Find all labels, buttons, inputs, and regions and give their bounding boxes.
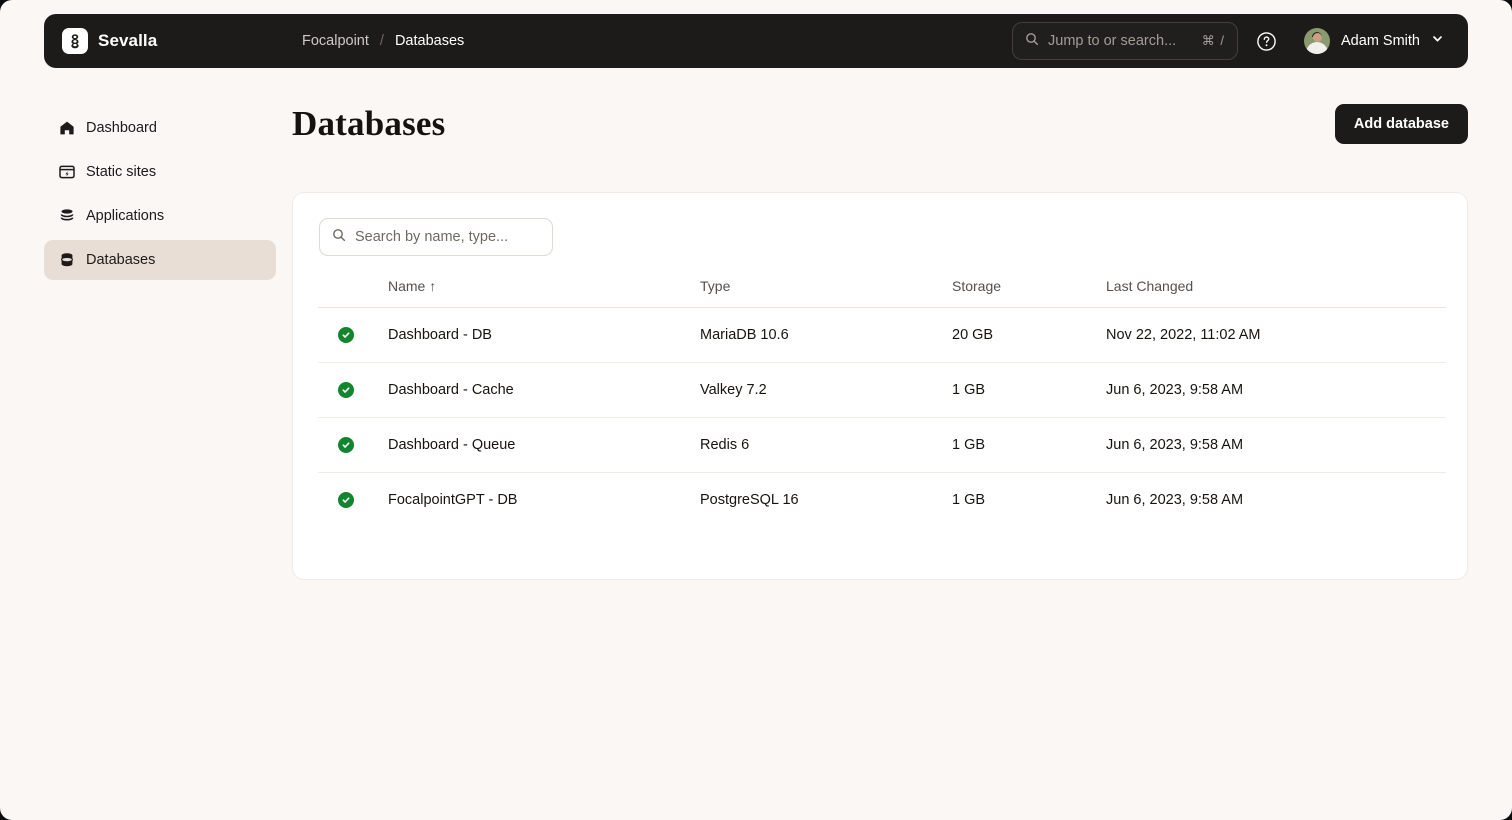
row-name: Dashboard - DB [388, 307, 700, 363]
column-type[interactable]: Type [700, 278, 952, 308]
databases-table: Name ↑ Type Storage Last Changed Dashboa… [318, 278, 1446, 528]
row-last-changed: Nov 22, 2022, 11:02 AM [1106, 307, 1446, 363]
row-name: Dashboard - Queue [388, 417, 700, 473]
column-status [318, 278, 388, 308]
sevalla-logo-icon [62, 28, 88, 54]
breadcrumb-project[interactable]: Focalpoint [302, 33, 369, 49]
sidebar: Dashboard Static sites Applications Data… [44, 108, 276, 284]
status-healthy-icon [338, 492, 354, 509]
brand-name: Sevalla [98, 31, 158, 50]
app-window: Sevalla Focalpoint / Databases Jump to o… [0, 0, 1512, 820]
user-menu[interactable]: Adam Smith [1304, 28, 1444, 54]
global-search-input[interactable]: Jump to or search... ⌘ / [1012, 22, 1239, 60]
row-storage: 20 GB [952, 307, 1106, 363]
table-row[interactable]: Dashboard - DB MariaDB 10.6 20 GB Nov 22… [318, 307, 1446, 363]
table-header-row: Name ↑ Type Storage Last Changed [318, 278, 1446, 308]
row-status-cell [318, 307, 388, 363]
sidebar-item-static-sites[interactable]: Static sites [44, 152, 276, 192]
table-search-input[interactable]: Search by name, type... [319, 218, 553, 256]
table-search-placeholder: Search by name, type... [355, 229, 509, 245]
sidebar-item-dashboard[interactable]: Dashboard [44, 108, 276, 148]
search-shortcut-hint: ⌘ / [1201, 33, 1226, 48]
add-database-button[interactable]: Add database [1334, 104, 1468, 144]
sidebar-item-label: Dashboard [86, 120, 157, 136]
table-row[interactable]: Dashboard - Queue Redis 6 1 GB Jun 6, 20… [318, 417, 1446, 473]
row-storage: 1 GB [952, 492, 986, 509]
applications-icon [58, 208, 75, 225]
table-head: Name ↑ Type Storage Last Changed [318, 278, 1446, 308]
brand-logo[interactable]: Sevalla [62, 28, 302, 54]
page-header: Databases Add database [292, 104, 1468, 144]
column-last-changed[interactable]: Last Changed [1106, 278, 1446, 308]
status-healthy-icon [338, 327, 354, 343]
static-sites-icon [58, 164, 75, 181]
table-row[interactable]: Dashboard - Cache Valkey 7.2 1 GB Jun 6,… [318, 362, 1446, 418]
column-storage[interactable]: Storage [952, 278, 1106, 308]
table-body: Dashboard - DB MariaDB 10.6 20 GB Nov 22… [318, 307, 1446, 528]
row-storage: 1 GB [952, 362, 1106, 418]
row-last-changed: Jun 6, 2023, 9:58 AM [1106, 362, 1446, 418]
sidebar-item-label: Databases [86, 252, 156, 268]
search-icon [1025, 32, 1039, 51]
row-last-changed: Jun 6, 2023, 9:58 AM [1106, 492, 1244, 509]
help-button[interactable] [1244, 22, 1288, 60]
sidebar-item-label: Static sites [86, 164, 157, 180]
column-name[interactable]: Name ↑ [388, 278, 700, 308]
sidebar-item-databases[interactable]: Databases [44, 240, 276, 280]
home-icon [58, 120, 75, 137]
column-name-label: Name [388, 278, 426, 294]
status-healthy-icon [338, 437, 354, 453]
row-type: Redis 6 [700, 417, 952, 473]
database-icon [58, 252, 75, 269]
breadcrumb-separator: / [379, 33, 384, 49]
chevron-down-icon [1431, 32, 1444, 50]
row-type: PostgreSQL 16 [700, 492, 799, 509]
search-icon [332, 228, 346, 247]
row-storage: 1 GB [952, 417, 1106, 473]
user-name: Adam Smith [1341, 33, 1420, 49]
page-title: Databases [292, 104, 446, 143]
breadcrumb: Focalpoint / Databases [302, 33, 464, 49]
topbar-actions: Jump to or search... ⌘ / Adam Smith [1012, 22, 1468, 60]
table-row[interactable]: FocalpointGPT - DB PostgreSQL 16 1 GB Ju… [318, 473, 1446, 528]
databases-card: Search by name, type... Name ↑ Type Stor… [292, 192, 1468, 580]
help-circle-icon [1256, 31, 1276, 51]
row-type: MariaDB 10.6 [700, 307, 952, 363]
sidebar-item-applications[interactable]: Applications [44, 196, 276, 236]
breadcrumb-current[interactable]: Databases [395, 33, 464, 49]
row-last-changed: Jun 6, 2023, 9:58 AM [1106, 417, 1446, 473]
row-name: Dashboard - Cache [388, 362, 700, 418]
sidebar-item-label: Applications [86, 208, 165, 224]
status-healthy-icon [338, 382, 354, 398]
row-status-cell [318, 362, 388, 418]
row-status-cell [318, 473, 388, 528]
row-name: FocalpointGPT - DB [388, 492, 518, 509]
global-search-placeholder: Jump to or search... [1048, 33, 1177, 49]
sort-ascending-icon: ↑ [429, 278, 437, 294]
avatar [1304, 28, 1331, 54]
row-type: Valkey 7.2 [700, 362, 952, 418]
row-status-cell [318, 417, 388, 473]
top-navigation-bar: Sevalla Focalpoint / Databases Jump to o… [44, 14, 1468, 68]
